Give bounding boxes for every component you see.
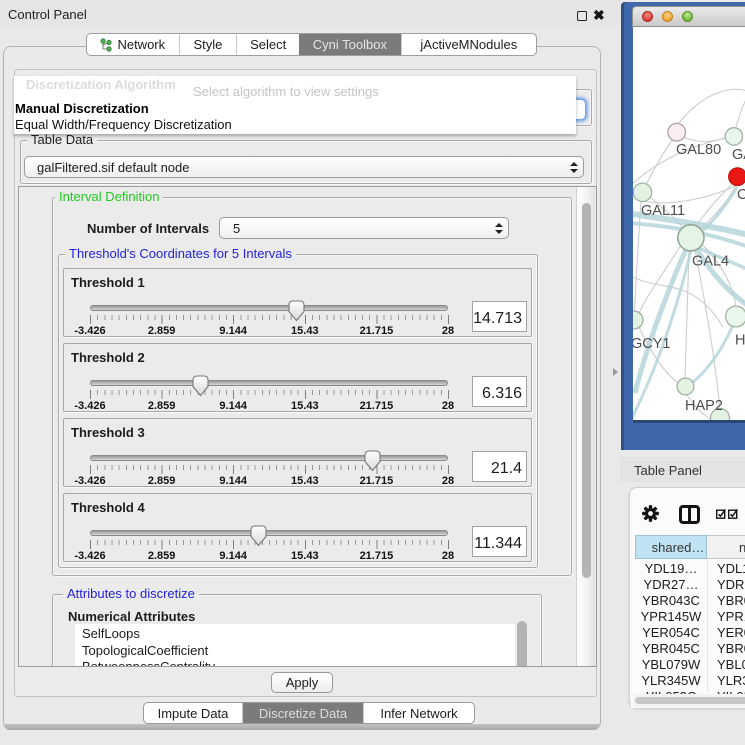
svg-text:GCY1: GCY1 — [633, 336, 671, 352]
svg-text:H: H — [735, 333, 745, 349]
svg-text:C: C — [737, 187, 745, 203]
svg-text:GAL80: GAL80 — [676, 142, 721, 158]
svg-text:GAL4: GAL4 — [692, 254, 729, 270]
svg-text:HAP2: HAP2 — [685, 398, 723, 414]
svg-text:GAL11: GAL11 — [641, 203, 685, 219]
svg-text:GA: GA — [732, 147, 745, 163]
